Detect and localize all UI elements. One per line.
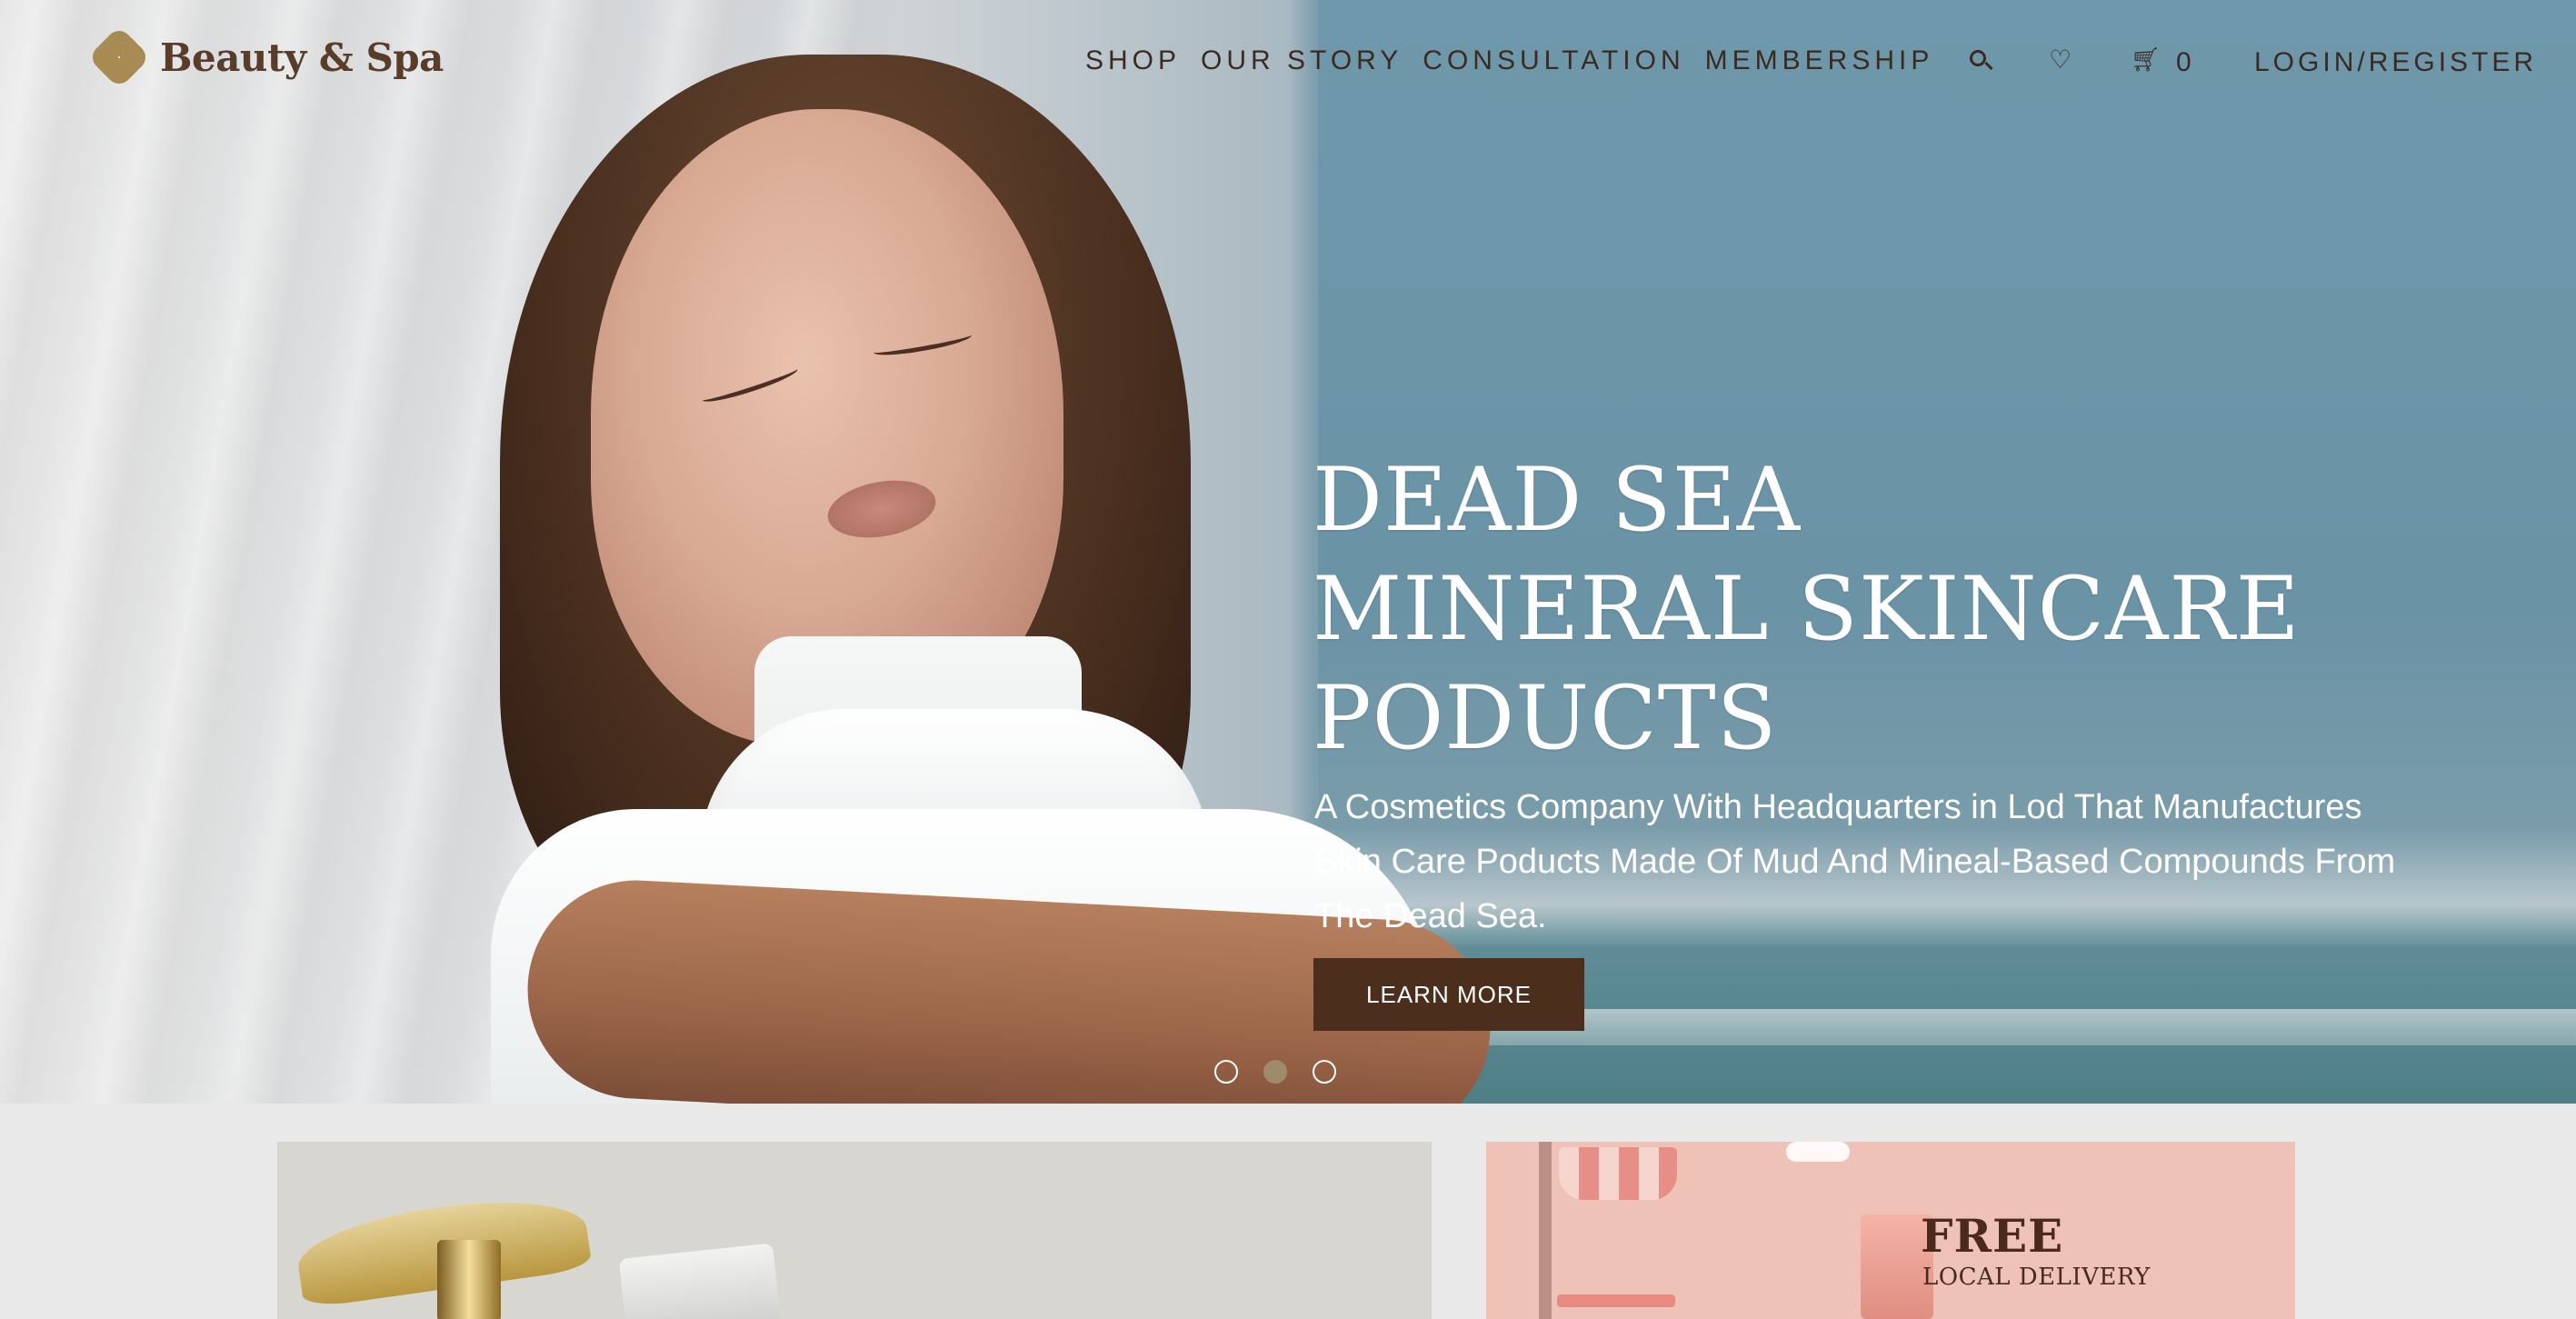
carousel-dot-2[interactable] [1263,1060,1287,1084]
nav-consultation[interactable]: CONSULTATION [1423,45,1684,76]
nav-our-story[interactable]: OUR STORY [1201,45,1403,76]
cart-count[interactable]: 0 [2176,47,2193,78]
carousel-dots [1214,1060,1336,1084]
hero-title-line-3: PODUCTS [1313,667,1778,769]
cloud-icon [1786,1142,1850,1162]
login-register-link[interactable]: LOGIN/REGISTER [2254,47,2537,78]
hero-subtitle: A Cosmetics Company With Headquarters in… [1314,788,2396,935]
hero-title-line-1: DEAD SEA [1313,449,1802,551]
brand-logo[interactable]: Beauty & Spa [87,25,444,89]
flower-logo-icon [87,25,151,89]
site-header: Beauty & Spa SHOP OUR STORY CONSULTATION… [0,0,2576,127]
promo-products-banner[interactable] [277,1142,1432,1319]
carousel-dot-3[interactable] [1313,1060,1336,1084]
main-nav: SHOP OUR STORY CONSULTATION MEMBERSHIP [1085,45,1953,76]
shop-post [1539,1142,1552,1319]
nav-membership[interactable]: MEMBERSHIP [1705,45,1934,76]
hero-title-line-2: MINERAL SKINCARE [1313,558,2301,660]
shop-shelf [1557,1294,1675,1307]
carousel-dot-1[interactable] [1214,1060,1238,1084]
brand-name: Beauty & Spa [160,35,444,80]
cream-tube [618,1243,782,1319]
hero-title: DEAD SEA MINERAL SKINCARE PODUCTS [1313,445,2301,773]
shop-awning-icon [1559,1147,1677,1200]
promo-free-title: FREE [1921,1209,2064,1263]
promo-free-delivery-banner[interactable]: FREE LOCAL DELIVERY [1486,1142,2295,1319]
promo-free-subtitle: LOCAL DELIVERY [1922,1264,2151,1291]
cart-icon[interactable]: 🛒︎ [2131,47,2161,73]
nav-shop[interactable]: SHOP [1085,45,1181,76]
serum-bottle [437,1240,501,1319]
heart-icon[interactable]: ♡ [2049,47,2072,73]
learn-more-button[interactable]: LEARN MORE [1313,958,1584,1031]
search-icon[interactable] [1967,47,1994,75]
